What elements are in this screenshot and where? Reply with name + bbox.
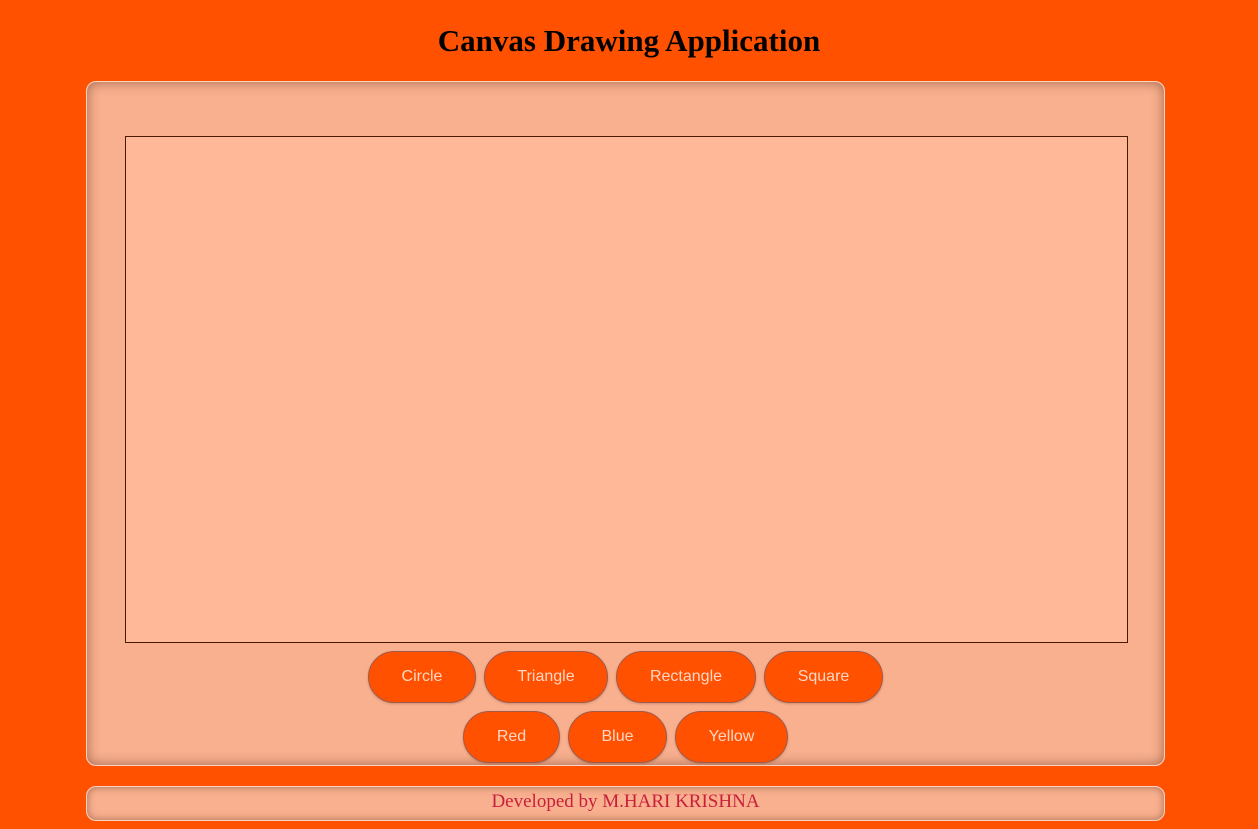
color-button-row: Red Blue Yellow xyxy=(87,711,1164,763)
triangle-button[interactable]: Triangle xyxy=(484,651,608,703)
main-panel: Circle Triangle Rectangle Square Red Blu… xyxy=(86,81,1165,766)
rectangle-button[interactable]: Rectangle xyxy=(616,651,756,703)
drawing-canvas[interactable] xyxy=(125,136,1128,643)
shape-button-row: Circle Triangle Rectangle Square xyxy=(87,651,1164,703)
page-title: Canvas Drawing Application xyxy=(437,23,821,58)
blue-color-button[interactable]: Blue xyxy=(568,711,667,763)
yellow-color-button[interactable]: Yellow xyxy=(675,711,788,763)
circle-button[interactable]: Circle xyxy=(368,651,476,703)
square-button[interactable]: Square xyxy=(764,651,883,703)
red-color-button[interactable]: Red xyxy=(463,711,560,763)
footer-credit-text: Developed by M.HARI KRISHNA xyxy=(491,791,760,812)
footer: Developed by M.HARI KRISHNA xyxy=(86,786,1165,821)
